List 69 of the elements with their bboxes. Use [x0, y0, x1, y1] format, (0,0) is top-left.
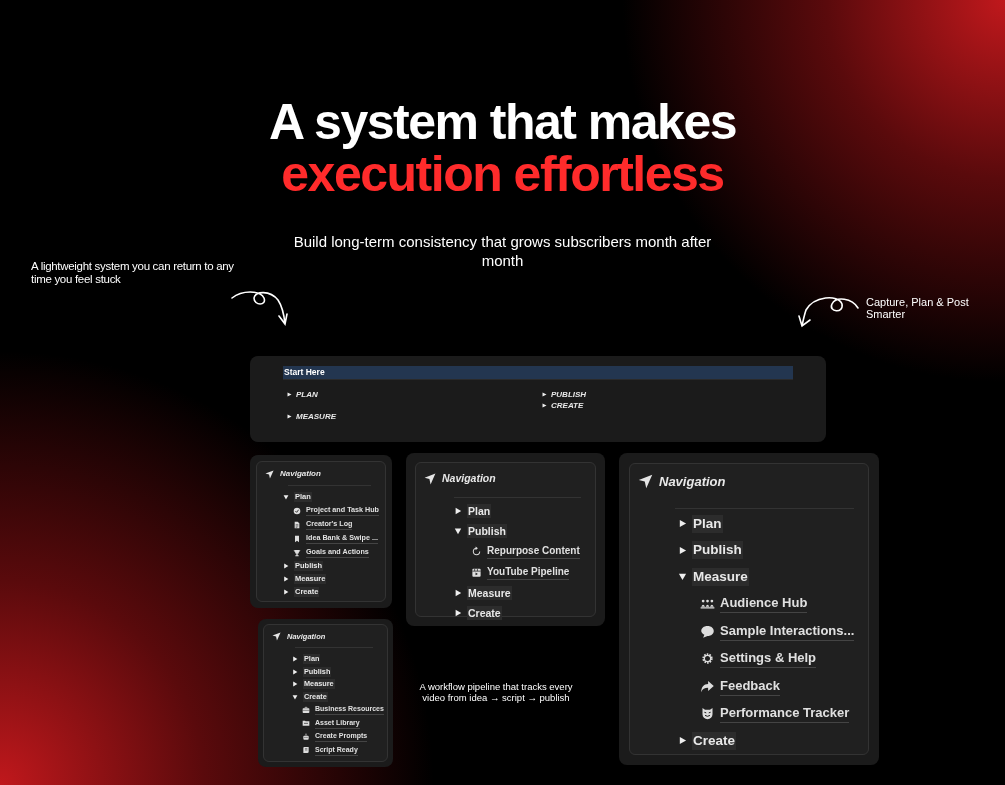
subtitle: Build long-term consistency that grows subscribers month after month — [292, 232, 713, 270]
section-link[interactable]: CREATE — [551, 401, 584, 410]
section-link[interactable]: MEASURE — [296, 412, 336, 421]
briefcase-icon — [302, 705, 310, 714]
callout-title: Navigation — [442, 471, 496, 486]
robot-icon — [302, 732, 310, 741]
folder-icon — [302, 719, 310, 728]
toggle-icon[interactable] — [287, 414, 292, 419]
section-link[interactable]: PLAN — [296, 390, 318, 399]
page-link[interactable]: Audience Hub — [720, 594, 808, 613]
toggle-icon[interactable] — [678, 545, 687, 555]
trophy-icon — [293, 548, 301, 557]
toggle-icon[interactable] — [283, 563, 289, 569]
page-link[interactable]: Publish — [467, 523, 507, 538]
page-link[interactable]: Sample Interactions... — [720, 621, 855, 641]
mask-icon — [700, 706, 715, 721]
page-link[interactable]: Publish — [692, 541, 743, 559]
document-icon — [293, 520, 301, 529]
toggle-icon[interactable] — [678, 519, 687, 528]
navigation-arrow-icon — [265, 469, 274, 479]
check-circle-icon — [293, 506, 301, 515]
toggle-icon[interactable] — [292, 656, 298, 663]
page-link[interactable]: Create — [692, 731, 737, 750]
toggle-icon[interactable] — [542, 403, 547, 408]
toggle-icon[interactable] — [542, 392, 547, 397]
annotation-text: A workflow pipeline that tracks every video from idea → script → publish — [418, 681, 574, 703]
scroll-icon — [302, 746, 310, 755]
film-icon — [471, 566, 482, 578]
settings-icon — [700, 651, 715, 666]
page-link[interactable]: Performance Tracker — [720, 704, 850, 723]
toggle-icon[interactable] — [283, 576, 289, 582]
loop-arrow-drawing — [230, 288, 288, 326]
toggle-icon[interactable] — [454, 608, 462, 617]
toggle-icon[interactable] — [454, 526, 462, 535]
page-link[interactable]: YouTube Pipeline — [487, 564, 570, 580]
headline: A system that makes — [268, 96, 737, 148]
toggle-icon[interactable] — [283, 494, 289, 500]
page-link[interactable]: Repurpose Content — [487, 543, 580, 559]
toggle-icon[interactable] — [678, 736, 687, 745]
chat-bubble-icon — [700, 623, 715, 639]
toggle-icon[interactable] — [454, 588, 462, 597]
toggle-icon[interactable] — [283, 589, 289, 595]
annotation-text: A lightweight system you can return to any time you feel stuck — [31, 260, 235, 286]
section-link[interactable]: PUBLISH — [551, 390, 587, 399]
toggle-icon[interactable] — [292, 693, 298, 700]
page-link[interactable]: Measure — [467, 585, 512, 600]
page-link[interactable]: Create — [467, 605, 502, 620]
share-arrow-icon — [700, 678, 715, 694]
toggle-icon[interactable] — [287, 392, 292, 397]
page-link[interactable]: Settings & Help — [720, 649, 817, 668]
navigation-arrow-icon — [424, 472, 436, 485]
page-link[interactable]: Plan — [692, 514, 723, 533]
annotation-text: Capture, Plan & Post Smarter — [866, 296, 970, 320]
page-title: Start Here — [283, 366, 793, 380]
loop-arrow-drawing — [798, 294, 860, 328]
toggle-icon[interactable] — [454, 506, 462, 515]
toggle-icon[interactable] — [292, 668, 298, 675]
headline-highlight: execution effortless — [281, 148, 724, 200]
callout-title: Navigation — [280, 468, 321, 480]
page-link[interactable]: Plan — [467, 503, 492, 518]
bookmark-icon — [293, 534, 301, 543]
navigation-arrow-icon — [638, 474, 653, 490]
toggle-icon[interactable] — [292, 681, 298, 688]
navigation-arrow-icon — [272, 632, 281, 642]
callout-title: Navigation — [659, 473, 726, 491]
refresh-icon — [471, 545, 482, 557]
page-link[interactable]: Feedback — [720, 676, 780, 696]
toggle-icon[interactable] — [678, 572, 687, 581]
page-link[interactable]: Measure — [692, 567, 749, 586]
